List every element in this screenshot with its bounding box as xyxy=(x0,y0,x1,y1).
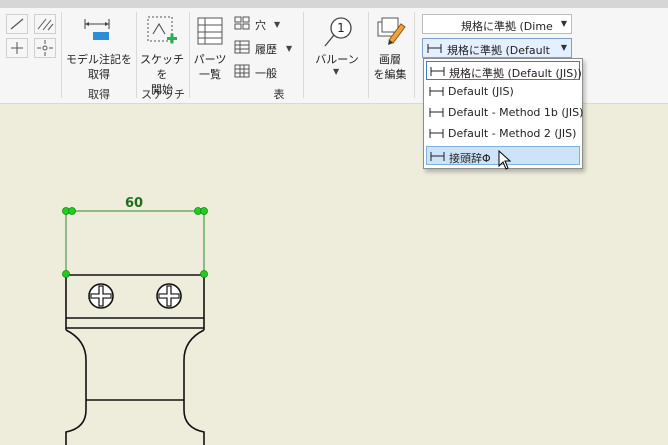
dimension-style-icon xyxy=(427,44,442,53)
part-outline xyxy=(65,274,205,445)
hatch-tool-icon[interactable] xyxy=(34,14,56,34)
edit-layer-icon[interactable] xyxy=(376,14,406,49)
chevron-down-icon[interactable]: ▼ xyxy=(333,67,339,76)
model-annotation-icon[interactable] xyxy=(82,14,114,47)
screw-head xyxy=(88,283,114,309)
sketch-start-icon[interactable] xyxy=(145,14,179,51)
centerpattern-icon[interactable] xyxy=(34,38,56,58)
dimension-style-icon xyxy=(430,152,445,161)
balloon-icon[interactable]: 1 xyxy=(322,16,352,53)
menu-item-label: 接頭辞Φ xyxy=(449,152,491,165)
dimension-style-value: 規格に準拠 (Default xyxy=(447,44,550,57)
general-table-button[interactable]: 一般 xyxy=(255,65,277,81)
menu-item-default-jis-conform[interactable]: 規格に準拠 (Default (JIS)) xyxy=(426,61,582,80)
general-table-icon[interactable] xyxy=(234,64,250,81)
style-dropdown-value: 規格に準拠 (Dime xyxy=(461,20,553,33)
parts-list-button[interactable]: パーツ 一覧 xyxy=(190,52,230,82)
centermark-icon[interactable] xyxy=(6,38,28,58)
menu-item-label: Default - Method 1b (JIS) xyxy=(448,106,584,119)
dimension-style-dropdown[interactable]: 規格に準拠 (Default ▼ xyxy=(422,38,572,58)
menu-item-method-2[interactable]: Default - Method 2 (JIS) xyxy=(426,124,580,143)
revision-table-icon[interactable] xyxy=(234,40,250,57)
balloon-button[interactable]: バルーン xyxy=(312,52,362,67)
group-label-sketch: スケッチ xyxy=(141,88,185,101)
hole-table-icon[interactable] xyxy=(234,16,250,33)
menu-item-default-jis[interactable]: Default (JIS) xyxy=(426,82,580,101)
title-strip xyxy=(0,0,668,8)
separator xyxy=(414,12,415,98)
balloon-number: 1 xyxy=(337,21,345,35)
dimension-style-icon xyxy=(429,87,444,96)
line-tool-icon[interactable] xyxy=(6,14,28,34)
dimension-lines[interactable] xyxy=(65,210,205,275)
screw-head xyxy=(156,283,182,309)
edit-layer-button[interactable]: 画層 を編集 xyxy=(368,52,412,82)
mouse-cursor-icon xyxy=(498,150,512,170)
model-annotation-button[interactable]: モデル注記を 取得 xyxy=(64,52,134,82)
chevron-down-icon[interactable]: ▼ xyxy=(561,43,567,52)
hole-table-button[interactable]: 穴 xyxy=(255,17,266,33)
style-dropdown[interactable]: 規格に準拠 (Dime ▼ xyxy=(422,14,572,34)
group-label-retrieve: 取得 xyxy=(88,88,110,101)
menu-item-label: 規格に準拠 (Default (JIS)) xyxy=(449,67,582,80)
menu-item-label: Default - Method 2 (JIS) xyxy=(448,127,577,140)
menu-item-method-1b[interactable]: Default - Method 1b (JIS) xyxy=(426,103,584,122)
chevron-down-icon[interactable]: ▼ xyxy=(274,20,280,29)
parts-list-icon[interactable] xyxy=(196,16,226,49)
menu-item-label: Default (JIS) xyxy=(448,85,514,98)
dimension-style-icon xyxy=(429,108,444,117)
revision-table-button[interactable]: 履歴 xyxy=(255,41,277,57)
chevron-down-icon[interactable]: ▼ xyxy=(286,44,292,53)
grip-points[interactable] xyxy=(62,207,208,278)
dimension-style-icon xyxy=(430,67,445,76)
dimension-value[interactable]: 60 xyxy=(125,196,143,211)
group-label-table: 表 xyxy=(273,88,285,101)
dimension-style-icon xyxy=(429,129,444,138)
chevron-down-icon[interactable]: ▼ xyxy=(561,19,567,28)
